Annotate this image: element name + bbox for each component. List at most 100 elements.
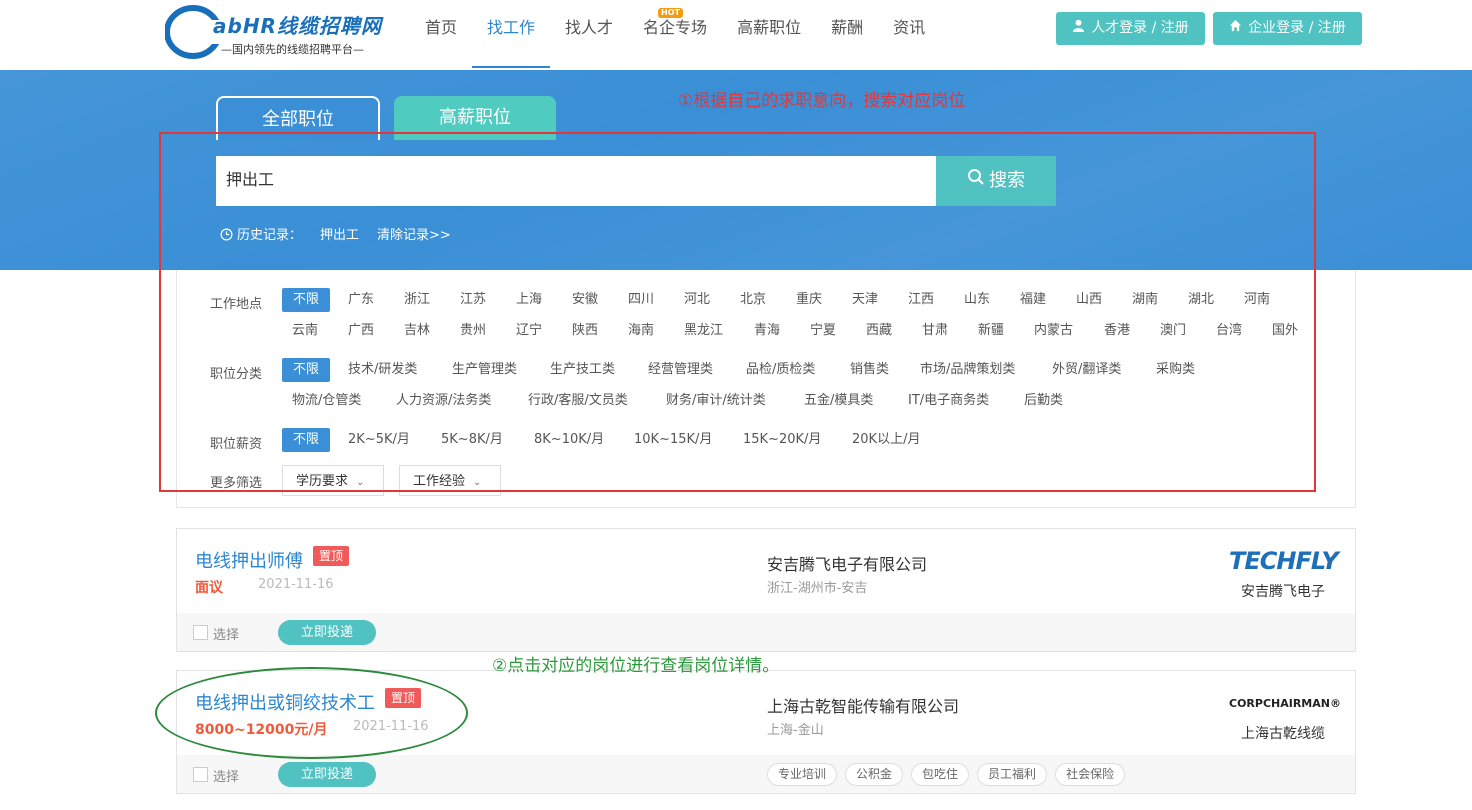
filter-option[interactable]: 湖北 — [1188, 288, 1214, 312]
filter-option[interactable]: 行政/客服/文员类 — [528, 389, 628, 413]
nav-salary[interactable]: 薪酬 — [816, 0, 878, 68]
filter-option[interactable]: 陕西 — [572, 319, 598, 343]
filter-option[interactable]: 浙江 — [404, 288, 430, 312]
filter-option[interactable]: 采购类 — [1156, 358, 1195, 382]
filter-option[interactable]: 海南 — [628, 319, 654, 343]
nav-find-job-label: 找工作 — [487, 18, 536, 37]
filter-option[interactable]: 5K~8K/月 — [441, 428, 503, 452]
job-card[interactable]: 电线押出师傅 置顶 面议 2021-11-16 安吉腾飞电子有限公司 浙江-湖州… — [176, 528, 1356, 652]
filter-option[interactable]: 新疆 — [978, 319, 1004, 343]
nav-home[interactable]: 首页 — [410, 0, 472, 68]
nav-find-talent[interactable]: 找人才 — [550, 0, 628, 68]
search-button[interactable]: 搜索 — [936, 156, 1056, 206]
filter-option-selected[interactable]: 不限 — [282, 288, 331, 312]
nav-famous-companies[interactable]: HOT 名企专场 — [628, 0, 722, 68]
filter-option[interactable]: IT/电子商务类 — [908, 389, 989, 413]
filter-option[interactable]: 经营管理类 — [648, 358, 713, 382]
filter-option[interactable]: 江苏 — [460, 288, 486, 312]
filter-option[interactable]: 江西 — [908, 288, 934, 312]
site-logo[interactable]: abHR线缆招聘网 —国内领先的线缆招聘平台— — [165, 2, 405, 62]
filter-option[interactable]: 山东 — [964, 288, 990, 312]
job-card-footer: 选择 立即投递 — [177, 613, 1355, 651]
education-dropdown[interactable]: 学历要求 ⌄ — [282, 465, 384, 496]
annotation-step-2: ②点击对应的岗位进行查看岗位详情。 — [492, 656, 780, 676]
filter-option[interactable]: 品检/质检类 — [746, 358, 815, 382]
filter-option[interactable]: 销售类 — [850, 358, 889, 382]
filter-option[interactable]: 河北 — [684, 288, 710, 312]
filter-option[interactable]: 四川 — [628, 288, 654, 312]
apply-button[interactable]: 立即投递 — [278, 762, 376, 787]
filter-option[interactable]: 外贸/翻译类 — [1052, 358, 1121, 382]
filter-option[interactable]: 广西 — [348, 319, 374, 343]
apply-button[interactable]: 立即投递 — [278, 620, 376, 645]
experience-dropdown[interactable]: 工作经验 ⌄ — [399, 465, 501, 496]
filter-option[interactable]: 物流/仓管类 — [292, 389, 361, 413]
filter-option[interactable]: 生产管理类 — [452, 358, 517, 382]
filter-option[interactable]: 8K~10K/月 — [534, 428, 604, 452]
filter-option[interactable]: 青海 — [754, 319, 780, 343]
tab-high-salary-jobs[interactable]: 高薪职位 — [394, 96, 556, 140]
nav-find-talent-label: 找人才 — [565, 18, 614, 37]
filter-option[interactable]: 国外 — [1272, 319, 1298, 343]
job-title[interactable]: 电线押出或铜绞技术工 — [195, 689, 375, 715]
filter-option[interactable]: 安徽 — [572, 288, 598, 312]
job-card[interactable]: 电线押出或铜绞技术工 置顶 8000~12000元/月 2021-11-16 上… — [176, 670, 1356, 794]
filter-option[interactable]: 人力资源/法务类 — [396, 389, 491, 413]
filter-option[interactable]: 重庆 — [796, 288, 822, 312]
filter-option[interactable]: 香港 — [1104, 319, 1130, 343]
filter-option[interactable]: 辽宁 — [516, 319, 542, 343]
filter-option[interactable]: 北京 — [740, 288, 766, 312]
company-login-button[interactable]: 企业登录 / 注册 — [1213, 12, 1362, 45]
filter-option[interactable]: 吉林 — [404, 319, 430, 343]
company-logo[interactable]: TECHFLY — [1229, 547, 1339, 575]
filter-option-selected[interactable]: 不限 — [282, 428, 331, 452]
filter-option[interactable]: 贵州 — [460, 319, 486, 343]
benefit-tag: 专业培训 — [767, 763, 838, 786]
history-item[interactable]: 押出工 — [320, 224, 359, 245]
select-checkbox[interactable] — [193, 767, 208, 782]
filter-option[interactable]: 天津 — [852, 288, 878, 312]
clear-history-link[interactable]: 清除记录>> — [377, 224, 451, 245]
job-location: 上海-金山 — [767, 723, 824, 738]
filter-option[interactable]: 10K~15K/月 — [634, 428, 712, 452]
filter-option[interactable]: 湖南 — [1132, 288, 1158, 312]
filter-option[interactable]: 2K~5K/月 — [348, 428, 410, 452]
select-checkbox[interactable] — [193, 625, 208, 640]
filter-option[interactable]: 财务/审计/统计类 — [666, 389, 766, 413]
company-name[interactable]: 安吉腾飞电子有限公司 — [767, 551, 927, 575]
filter-option[interactable]: 甘肃 — [922, 319, 948, 343]
nav-news[interactable]: 资讯 — [878, 0, 940, 68]
filter-option[interactable]: 福建 — [1020, 288, 1046, 312]
filter-option[interactable]: 云南 — [292, 319, 318, 343]
company-logo[interactable]: CORPCHAIRMAN® — [1229, 697, 1341, 710]
filter-option[interactable]: 河南 — [1244, 288, 1270, 312]
nav-news-label: 资讯 — [893, 18, 926, 37]
tab-all-jobs[interactable]: 全部职位 — [216, 96, 380, 140]
company-name[interactable]: 上海古乾智能传输有限公司 — [767, 693, 959, 717]
filter-option[interactable]: 后勤类 — [1024, 389, 1063, 413]
talent-login-button[interactable]: 人才登录 / 注册 — [1056, 12, 1205, 45]
pinned-badge: 置顶 — [313, 546, 350, 566]
filter-option[interactable]: 市场/品牌策划类 — [920, 358, 1015, 382]
filter-option-selected[interactable]: 不限 — [282, 358, 331, 382]
job-salary: 面议 — [195, 580, 223, 596]
job-title[interactable]: 电线押出师傅 — [195, 547, 303, 573]
filter-option[interactable]: 上海 — [516, 288, 542, 312]
nav-high-salary[interactable]: 高薪职位 — [722, 0, 816, 68]
filter-option[interactable]: 技术/研发类 — [348, 358, 417, 382]
filter-option[interactable]: 黑龙江 — [684, 319, 723, 343]
filter-option[interactable]: 宁夏 — [810, 319, 836, 343]
filter-option[interactable]: 广东 — [348, 288, 374, 312]
search-input[interactable] — [216, 156, 936, 206]
filter-option[interactable]: 台湾 — [1216, 319, 1242, 343]
filter-option[interactable]: 五金/模具类 — [804, 389, 873, 413]
filter-option[interactable]: 生产技工类 — [550, 358, 615, 382]
filter-option[interactable]: 15K~20K/月 — [743, 428, 821, 452]
nav-find-job[interactable]: 找工作 — [472, 0, 551, 68]
filter-option[interactable]: 西藏 — [866, 319, 892, 343]
filter-option[interactable]: 澳门 — [1160, 319, 1186, 343]
filter-option[interactable]: 20K以上/月 — [852, 428, 920, 452]
clock-icon — [220, 228, 233, 245]
filter-option[interactable]: 山西 — [1076, 288, 1102, 312]
filter-option[interactable]: 内蒙古 — [1034, 319, 1073, 343]
